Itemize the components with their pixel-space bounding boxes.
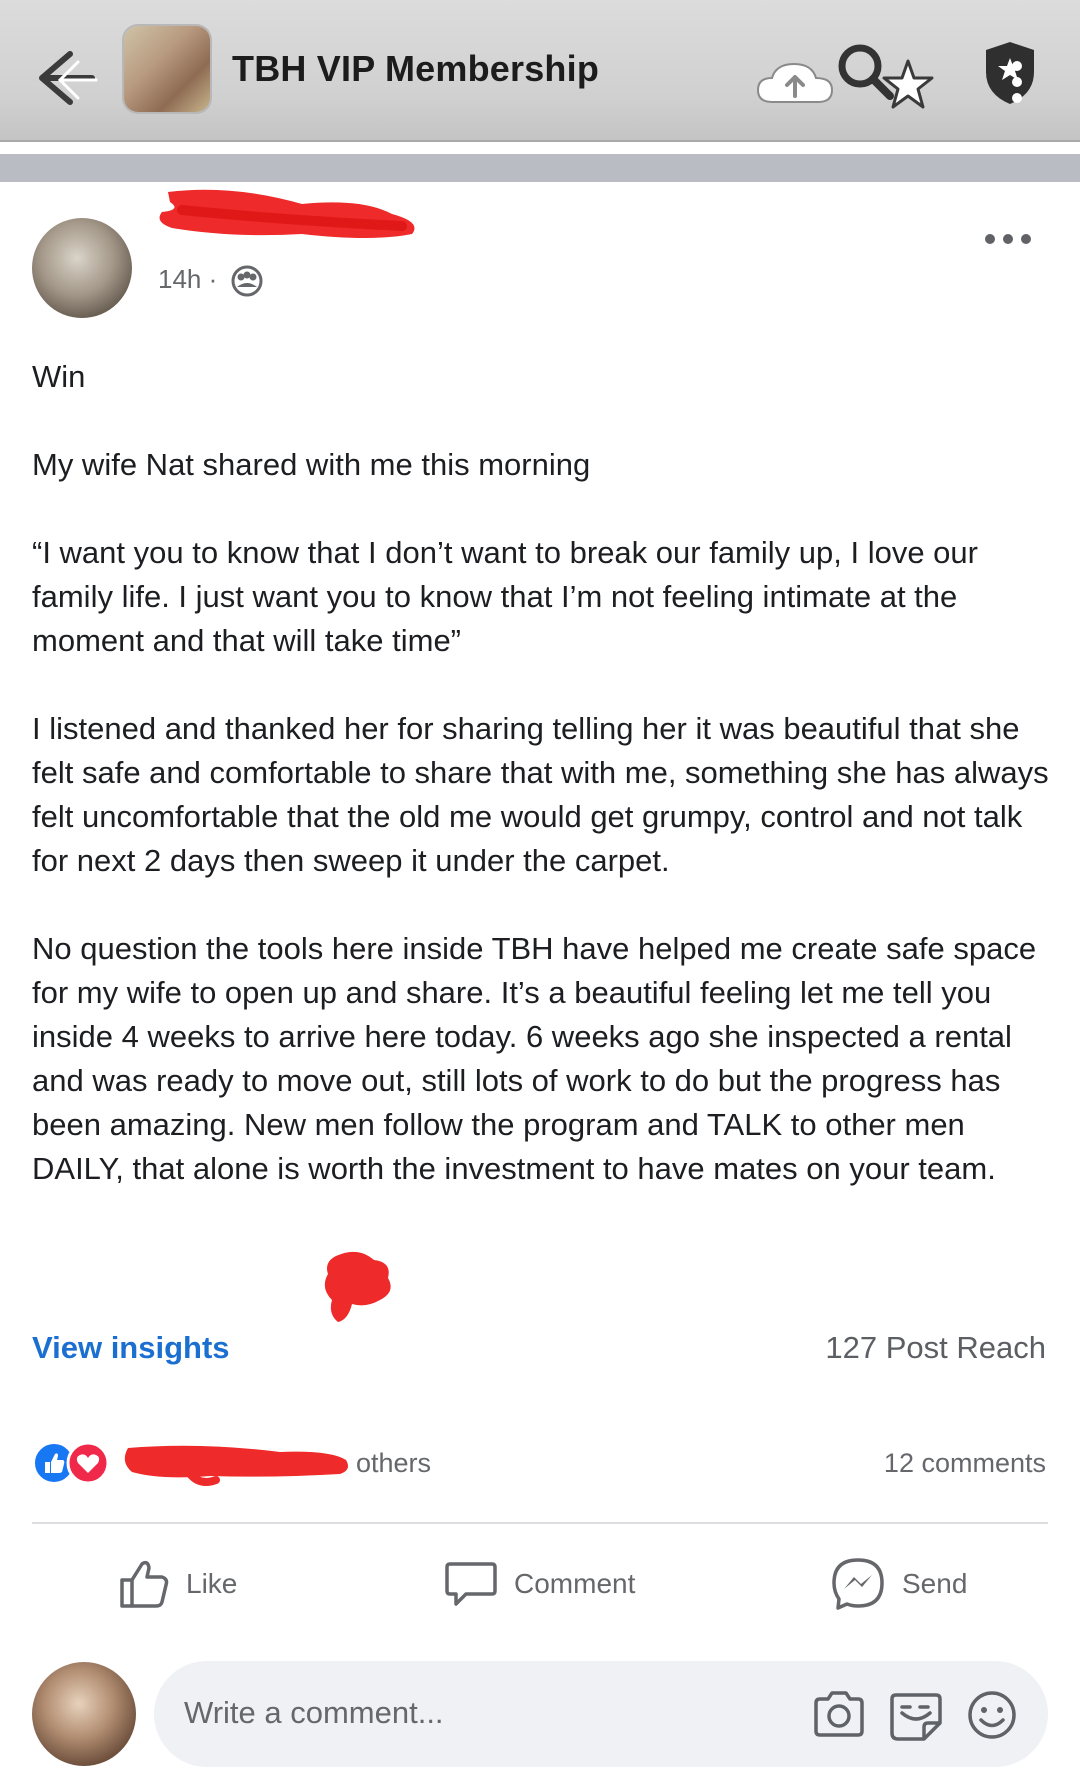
post-paragraph: “I want you to know that I don’t want to… [32, 535, 978, 658]
like-button[interactable]: Like [118, 1554, 237, 1614]
group-title[interactable]: TBH VIP Membership [232, 48, 599, 90]
feed-separator [0, 154, 1080, 182]
post-reach: 127 Post Reach [825, 1330, 1046, 1365]
author-name-redaction [159, 189, 415, 238]
reactions-others[interactable]: others [356, 1448, 431, 1479]
more-vertical-icon[interactable] [1010, 60, 1024, 108]
star-icon[interactable] [880, 58, 936, 112]
comment-button[interactable]: Comment [444, 1554, 635, 1614]
send-label: Send [902, 1568, 968, 1599]
comment-label: Comment [514, 1568, 636, 1599]
user-avatar[interactable] [32, 1662, 136, 1766]
text-redaction [324, 1251, 391, 1322]
comment-bubble-icon [445, 1562, 497, 1606]
like-label: Like [186, 1568, 238, 1599]
app-top-bar: TBH VIP Membership [0, 0, 1080, 140]
reaction-icons[interactable] [32, 1440, 122, 1486]
comment-input[interactable]: Write a comment... [154, 1661, 1048, 1767]
post-action-bar: Like Comment Send [0, 1540, 1080, 1630]
emoji-icon[interactable] [966, 1689, 1018, 1741]
post-paragraph: No question the tools here inside TBH ha… [32, 931, 1037, 1186]
post-paragraph: I listened and thanked her for sharing t… [32, 711, 1049, 878]
post-body: Win My wife Nat shared with me this morn… [32, 355, 1052, 1235]
actions-divider [32, 1522, 1048, 1524]
reactions-summary: others 12 comments [0, 1440, 1080, 1490]
messenger-icon [832, 1558, 884, 1610]
view-insights-link[interactable]: View insights [32, 1330, 230, 1366]
thumbs-up-icon [120, 1560, 169, 1608]
more-horizontal-icon[interactable] [982, 224, 1034, 254]
send-button[interactable]: Send [830, 1554, 967, 1614]
comments-count[interactable]: 12 comments [884, 1448, 1046, 1479]
comment-composer: Write a comment... [0, 1656, 1080, 1776]
camera-icon[interactable] [812, 1689, 866, 1739]
cloud-upload-icon[interactable] [752, 60, 838, 110]
post-paragraph: My wife Nat shared with me this morning [32, 447, 591, 482]
back-arrow-icon[interactable] [30, 40, 100, 110]
post-timestamp[interactable]: 14h · [158, 264, 217, 294]
sticker-icon[interactable] [888, 1689, 944, 1743]
comment-placeholder: Write a comment... [184, 1695, 444, 1730]
author-avatar[interactable] [32, 218, 132, 318]
group-audience-icon [231, 265, 262, 297]
reactions-redaction [124, 1445, 348, 1486]
post-meta: 14h · [158, 264, 263, 297]
group-cover-thumbnail[interactable] [124, 26, 210, 112]
insights-row: View insights 127 Post Reach [0, 1322, 1080, 1372]
post-paragraph: Win [32, 359, 86, 394]
top-bar-divider [0, 140, 1080, 142]
